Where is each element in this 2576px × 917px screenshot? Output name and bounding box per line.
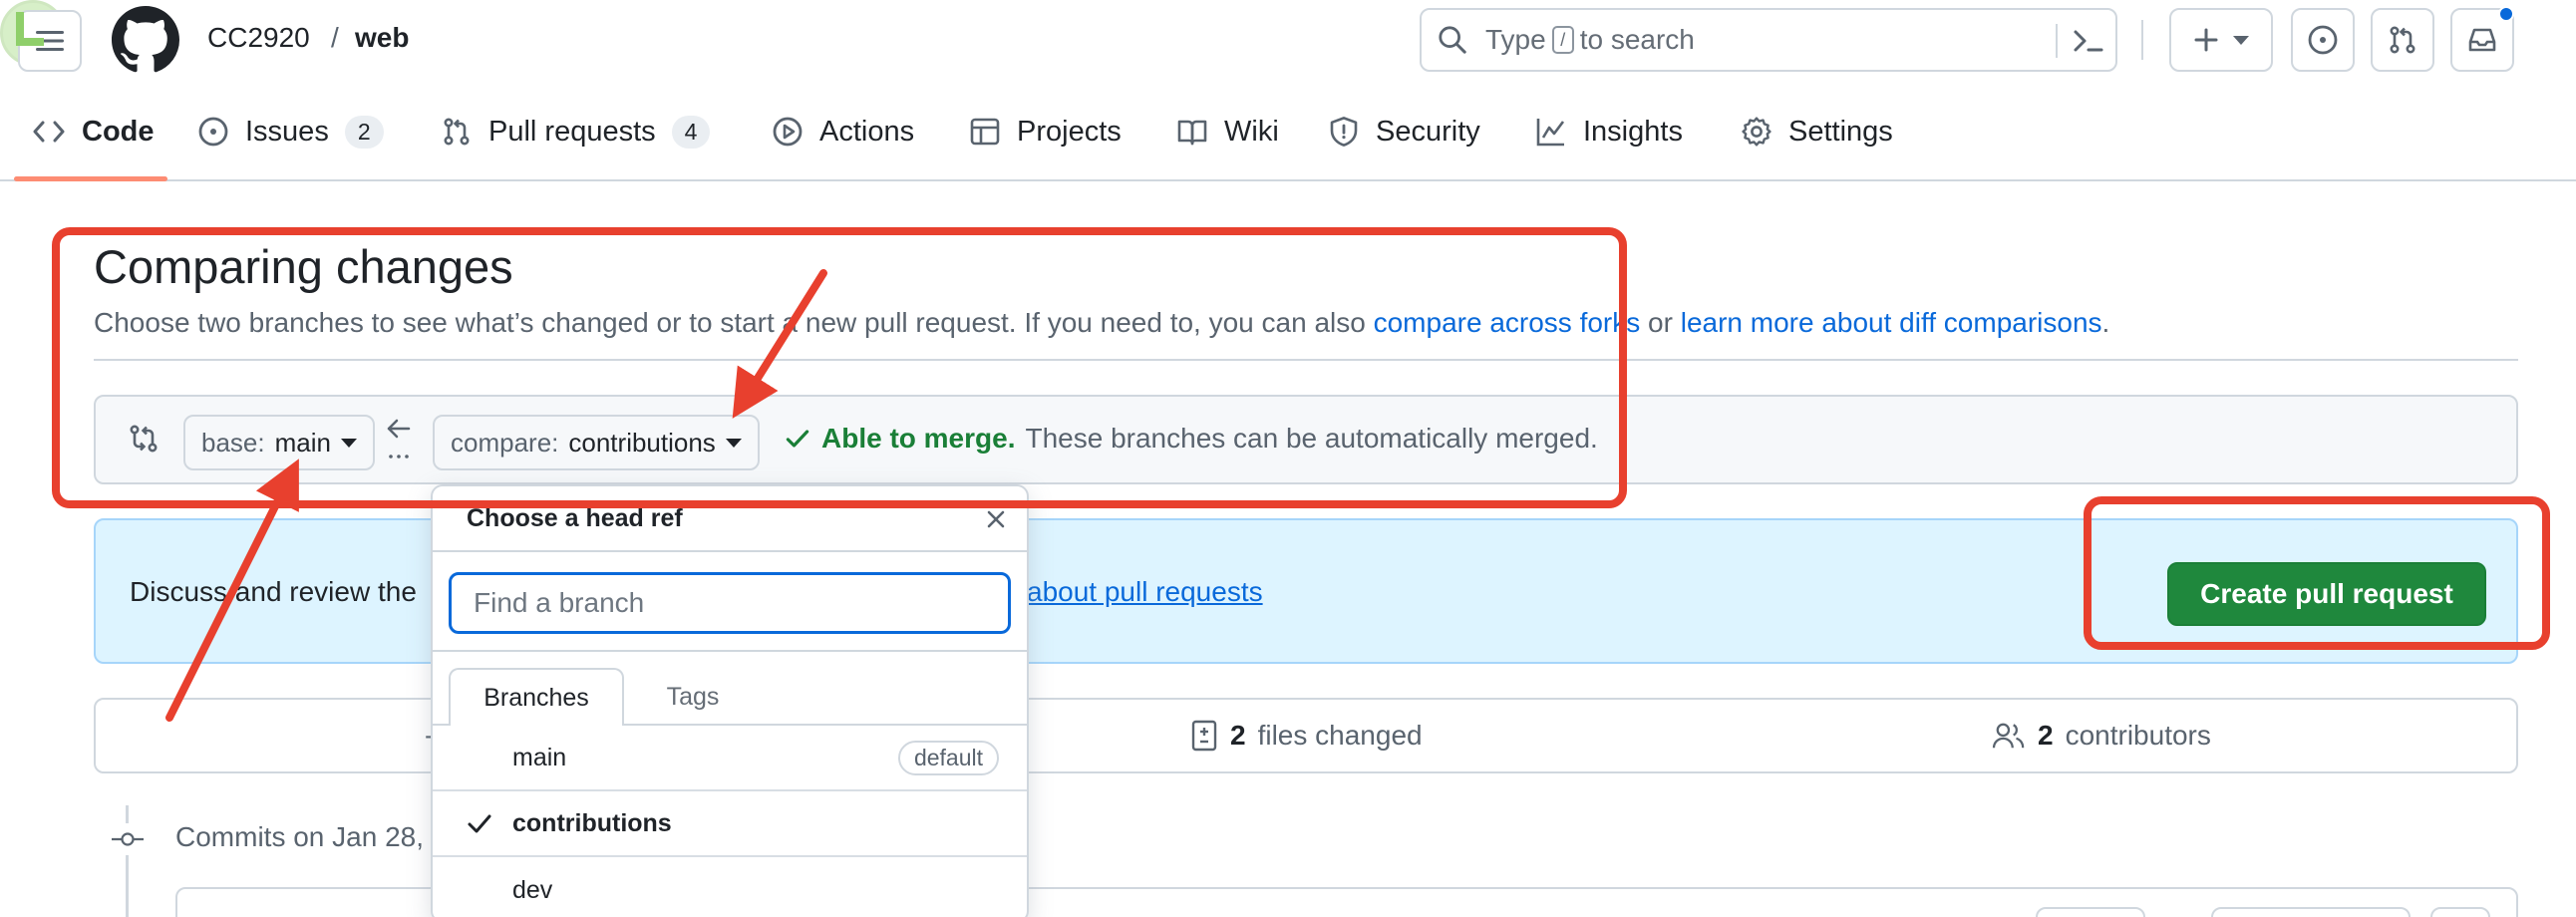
tab-settings-label: Settings bbox=[1788, 115, 1893, 148]
global-header: CC2920 / web Type / to search bbox=[0, 0, 2576, 82]
tab-insights[interactable]: Insights bbox=[1535, 82, 1683, 181]
commits-date-heading: Commits on Jan 28, bbox=[175, 821, 424, 852]
branch-item-dev[interactable]: dev bbox=[433, 857, 1027, 917]
tab-pull-requests[interactable]: Pull requests 4 bbox=[441, 82, 711, 181]
people-icon bbox=[1992, 723, 2025, 749]
tab-insights-label: Insights bbox=[1583, 115, 1683, 148]
search-shortcut-key: / bbox=[1551, 26, 1574, 54]
tab-security-label: Security bbox=[1376, 115, 1480, 148]
tab-wiki[interactable]: Wiki bbox=[1176, 82, 1279, 181]
tab-actions-label: Actions bbox=[819, 115, 915, 148]
issues-button[interactable] bbox=[2291, 8, 2355, 72]
breadcrumb-separator: / bbox=[331, 22, 339, 53]
search-suffix: to search bbox=[1579, 24, 1695, 55]
default-badge: default bbox=[897, 740, 999, 775]
description-or: or bbox=[1648, 307, 1673, 338]
pull-requests-count-badge: 4 bbox=[671, 115, 711, 149]
code-icon bbox=[33, 121, 65, 143]
tab-actions[interactable]: Actions bbox=[772, 82, 914, 181]
issue-opened-icon bbox=[198, 117, 228, 147]
branch-item-contributions[interactable]: contributions bbox=[433, 791, 1027, 857]
book-icon bbox=[1177, 120, 1207, 146]
header-divider bbox=[2141, 20, 2143, 60]
contributors-stat[interactable]: 2 contributors bbox=[1992, 720, 2211, 752]
tab-projects[interactable]: Projects bbox=[969, 82, 1122, 181]
files-changed-stat[interactable]: 2 files changed bbox=[1190, 720, 1423, 752]
search-icon bbox=[1439, 26, 1466, 54]
timeline-line bbox=[126, 805, 129, 917]
github-logo-icon[interactable] bbox=[112, 6, 179, 74]
issue-opened-icon bbox=[2308, 25, 2338, 55]
tab-settings[interactable]: Settings bbox=[1741, 82, 1893, 181]
branch-name: dev bbox=[512, 875, 553, 904]
tab-issues[interactable]: Issues 2 bbox=[197, 82, 384, 181]
tab-pull-requests-label: Pull requests bbox=[488, 115, 656, 148]
issues-count-badge: 2 bbox=[344, 115, 384, 149]
command-palette-icon[interactable] bbox=[2072, 26, 2105, 56]
gear-icon bbox=[1742, 117, 1771, 147]
tab-projects-label: Projects bbox=[1017, 115, 1122, 148]
tab-code-label: Code bbox=[82, 115, 155, 148]
graph-icon bbox=[1536, 119, 1565, 147]
branch-item-main[interactable]: main default bbox=[433, 726, 1027, 791]
plus-icon bbox=[2194, 28, 2218, 52]
create-new-button[interactable] bbox=[2169, 8, 2273, 72]
flash-text: Discuss and review the bbox=[130, 576, 417, 607]
about-pull-requests-link[interactable]: about pull requests bbox=[1027, 576, 1263, 608]
commit-action-button[interactable] bbox=[2211, 907, 2411, 917]
owner-link[interactable]: CC2920 bbox=[207, 22, 310, 54]
annotation-box-compare bbox=[52, 227, 1627, 508]
description-period: . bbox=[2101, 307, 2110, 338]
inbox-icon bbox=[2468, 28, 2496, 52]
contributors-count: 2 bbox=[2038, 720, 2054, 751]
branch-name: contributions bbox=[512, 808, 672, 837]
tab-tags[interactable]: Tags bbox=[628, 668, 758, 726]
pull-requests-button[interactable] bbox=[2371, 8, 2434, 72]
branch-menu-title: Choose a head ref bbox=[467, 504, 683, 532]
git-pull-request-icon bbox=[444, 118, 470, 146]
notification-dot-icon bbox=[2498, 6, 2514, 22]
search-prefix: Type bbox=[1485, 24, 1546, 55]
git-pull-request-icon bbox=[2390, 26, 2415, 54]
shield-icon bbox=[1330, 117, 1358, 147]
annotation-box-create-pr bbox=[2084, 496, 2550, 650]
tab-code[interactable]: Code bbox=[32, 82, 155, 181]
tab-wiki-label: Wiki bbox=[1224, 115, 1279, 148]
divider bbox=[433, 650, 1027, 652]
search-placeholder: Type / to search bbox=[1485, 24, 1695, 56]
tab-branches[interactable]: Branches bbox=[449, 668, 624, 726]
branch-filter-input[interactable] bbox=[449, 572, 1011, 634]
tab-security[interactable]: Security bbox=[1328, 82, 1480, 181]
table-icon bbox=[970, 118, 1000, 146]
files-label: files changed bbox=[1257, 720, 1423, 751]
check-icon bbox=[468, 814, 491, 833]
tab-issues-label: Issues bbox=[245, 115, 329, 148]
repo-navigation: Code Issues 2 Pull requests 4 Actions Pr… bbox=[0, 82, 2576, 181]
branch-select-menu: Choose a head ref Branches Tags main def… bbox=[431, 484, 1029, 917]
commit-action-button[interactable] bbox=[2430, 907, 2490, 917]
active-tab-indicator bbox=[14, 176, 167, 181]
chevron-down-icon bbox=[2233, 35, 2249, 45]
branch-name: main bbox=[512, 743, 567, 771]
contributors-label: contributors bbox=[2065, 720, 2211, 751]
divider bbox=[433, 550, 1027, 552]
search-input[interactable]: Type / to search bbox=[1420, 8, 2117, 72]
play-icon bbox=[773, 117, 803, 147]
search-divider bbox=[2056, 24, 2058, 58]
file-diff-icon bbox=[1191, 720, 1217, 752]
commit-action-button[interactable] bbox=[2036, 907, 2145, 917]
files-count: 2 bbox=[1230, 720, 1246, 751]
diff-comparisons-link[interactable]: learn more about diff comparisons bbox=[1681, 307, 2102, 338]
git-commit-icon bbox=[112, 823, 144, 855]
repo-link[interactable]: web bbox=[355, 22, 409, 54]
